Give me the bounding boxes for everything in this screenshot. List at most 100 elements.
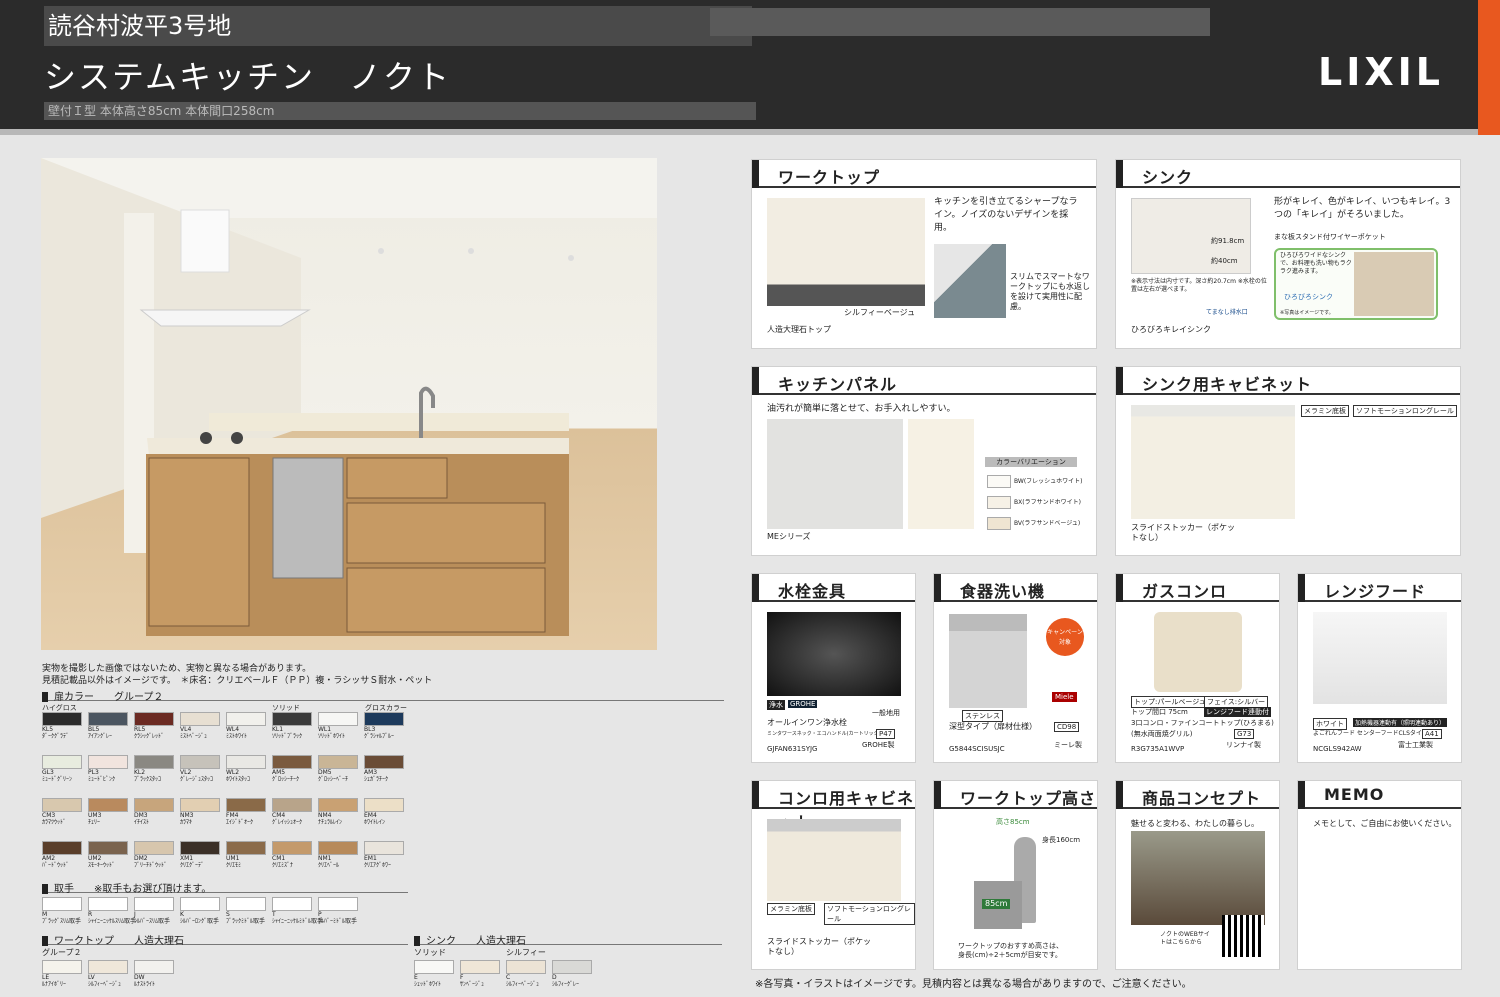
panel-color-chip[interactable]: [987, 517, 1011, 530]
door-swatch-chip[interactable]: [364, 798, 404, 812]
door-swatch-chip[interactable]: [318, 798, 358, 812]
door-swatch-chip[interactable]: [134, 755, 174, 769]
door-swatch-chip[interactable]: [272, 798, 312, 812]
handle-option[interactable]: P ｼﾙﾊﾞｰﾐﾄﾞﾙ取手: [318, 897, 358, 925]
door-swatch[interactable]: WL4 ﾐｽﾄﾎﾜｲﾄ: [226, 712, 266, 740]
door-swatch-chip[interactable]: [180, 841, 220, 855]
handle-option[interactable]: K ｼﾙﾊﾞｰﾛﾝｸﾞ取手: [180, 897, 220, 925]
door-swatch-chip[interactable]: [318, 841, 358, 855]
panel-variation-label: カラーバリエーション: [985, 457, 1077, 467]
door-swatch-chip[interactable]: [42, 712, 82, 726]
door-swatch[interactable]: NM3 ｶﾗﾏｷ: [180, 798, 220, 826]
sink-swatch[interactable]: E ｼｪｯﾄﾞﾎﾜｲﾄ: [414, 960, 454, 988]
door-swatch-chip[interactable]: [272, 755, 312, 769]
door-swatch-chip[interactable]: [134, 798, 174, 812]
door-swatch[interactable]: CM3 ｶﾗﾏﾂｳｯﾄﾞ: [42, 798, 82, 826]
handle-option[interactable]: J ｼﾙﾊﾞｰｽﾘﾑ取手: [134, 897, 174, 925]
door-swatch[interactable]: VL2 ｸﾞﾚｰｼﾞｭｽﾀｯｺ: [180, 755, 220, 783]
handle-option[interactable]: R ｼｬｲﾆｰﾆｯｹﾙｽﾘﾑ取手: [88, 897, 136, 925]
door-swatch-chip[interactable]: [42, 841, 82, 855]
door-swatch-chip[interactable]: [318, 755, 358, 769]
sink-swatch[interactable]: D ｼﾙﾌｨｰｸﾞﾚｰ: [552, 960, 592, 988]
door-swatch[interactable]: CM4 ｸﾞﾚｲｯｼｭｵｰｸ: [272, 798, 312, 826]
door-swatch[interactable]: UM2 ｽﾓｰｷｰｳｯﾄﾞ: [88, 841, 128, 869]
sink-chip[interactable]: [506, 960, 546, 974]
door-swatch[interactable]: KL2 ﾌﾞﾗｯｸｽﾀｯｺ: [134, 755, 174, 783]
worktop-chip[interactable]: [134, 960, 174, 974]
door-swatch[interactable]: XM1 ｸﾘｴｸﾞｰﾃﾞ: [180, 841, 220, 869]
handle-chip[interactable]: [42, 897, 82, 911]
panel-color-chip[interactable]: [987, 496, 1011, 509]
door-swatch[interactable]: UM1 ｸﾘｴﾓﾐ: [226, 841, 266, 869]
door-swatch-chip[interactable]: [42, 755, 82, 769]
door-swatch-chip[interactable]: [364, 712, 404, 726]
door-swatch-chip[interactable]: [180, 712, 220, 726]
door-swatch[interactable]: FM4 ｴｲｼﾞﾄﾞｵｰｸ: [226, 798, 266, 826]
qr-code[interactable]: [1222, 915, 1264, 957]
door-swatch[interactable]: PL3 ﾐｭｰﾄﾞﾋﾟﾝｸ: [88, 755, 128, 783]
door-swatch[interactable]: AM2 ﾊﾟｰﾄﾞｳｯﾄﾞ: [42, 841, 82, 869]
door-swatch[interactable]: CM1 ｸﾘｴﾐｽﾞﾅ: [272, 841, 312, 869]
door-swatch[interactable]: DM5 ｸﾞﾛｯｼｰﾍﾞｰﾁ: [318, 755, 358, 783]
handle-chip[interactable]: [272, 897, 312, 911]
door-swatch[interactable]: DM2 ﾌﾞﾘｰﾁﾄﾞｳｯﾄﾞ: [134, 841, 174, 869]
handle-option[interactable]: M ﾌﾞﾗｯｸﾞｽﾘﾑ取手: [42, 897, 82, 925]
door-swatch-chip[interactable]: [272, 712, 312, 726]
door-swatch[interactable]: BL3 ｸﾞﾗｼｬﾙﾌﾞﾙｰ: [364, 712, 404, 740]
door-swatch[interactable]: BL5 ｱｲｱﾝｸﾞﾚｰ: [88, 712, 128, 740]
door-swatch-chip[interactable]: [88, 755, 128, 769]
door-swatch-chip[interactable]: [134, 712, 174, 726]
sink-note: ※表示寸法は内寸です。深さ約20.7cm ※水栓の位置は左右が選べます。: [1131, 278, 1267, 293]
door-swatch[interactable]: GL3 ﾐｭｰﾄﾞｸﾞﾘｰﾝ: [42, 755, 82, 783]
handle-chip[interactable]: [318, 897, 358, 911]
door-swatch[interactable]: NM4 ﾅﾁｭﾗﾙﾚｲﾝ: [318, 798, 358, 826]
sink-chip[interactable]: [552, 960, 592, 974]
door-swatch[interactable]: AM3 ｼｪｶﾞﾗﾁｰｸ: [364, 755, 404, 783]
sink-chip[interactable]: [414, 960, 454, 974]
door-color-title: 扉カラー: [54, 692, 94, 703]
worktop-chip[interactable]: [88, 960, 128, 974]
door-swatch-chip[interactable]: [364, 841, 404, 855]
door-swatch-chip[interactable]: [88, 841, 128, 855]
worktop-chip[interactable]: [42, 960, 82, 974]
cooktop-cabinet-image: [767, 819, 901, 901]
worktop-swatch[interactable]: DW ﾙﾅｽﾄﾗｲﾄ: [134, 960, 174, 988]
sink-chip[interactable]: [460, 960, 500, 974]
handle-option[interactable]: T ｼｬｲﾆｰﾆｯｹﾙﾐﾄﾞﾙ取手: [272, 897, 323, 925]
handle-chip[interactable]: [134, 897, 174, 911]
worktop-swatch[interactable]: LV ｼﾙﾌｨｰﾍﾞｰｼﾞｭ: [88, 960, 128, 988]
door-swatch[interactable]: VL4 ﾐｽﾄﾍﾞｰｼﾞｭ: [180, 712, 220, 740]
door-swatch-chip[interactable]: [226, 841, 266, 855]
sink-swatch[interactable]: F ｻﾝﾍﾞｰｼﾞｭ: [460, 960, 500, 988]
door-swatch-chip[interactable]: [272, 841, 312, 855]
door-swatch-chip[interactable]: [318, 712, 358, 726]
handle-chip[interactable]: [226, 897, 266, 911]
door-swatch-chip[interactable]: [226, 712, 266, 726]
panel-color-chip[interactable]: [987, 475, 1011, 488]
worktop-swatch[interactable]: LE ﾙﾅｱｲﾎﾞﾘｰ: [42, 960, 82, 988]
door-swatch-chip[interactable]: [88, 798, 128, 812]
door-swatch-chip[interactable]: [180, 755, 220, 769]
door-swatch[interactable]: DM3 ｲﾁｲｽﾄ: [134, 798, 174, 826]
door-swatch[interactable]: KL5 ﾀﾞｰｸｸﾞﾗﾃﾞ: [42, 712, 82, 740]
door-swatch-chip[interactable]: [226, 755, 266, 769]
door-swatch-chip[interactable]: [42, 798, 82, 812]
door-swatch-chip[interactable]: [88, 712, 128, 726]
door-swatch[interactable]: EM1 ｸﾘｴｱｸﾞﾎﾜｰ: [364, 841, 404, 869]
door-swatch[interactable]: WL1 ｿﾘｯﾄﾞﾎﾜｲﾄ: [318, 712, 358, 740]
handle-chip[interactable]: [180, 897, 220, 911]
door-swatch[interactable]: UM3 ﾁｪﾘｰ: [88, 798, 128, 826]
door-swatch[interactable]: EM4 ﾎﾜｲﾄﾚｲﾝ: [364, 798, 404, 826]
door-swatch-chip[interactable]: [364, 755, 404, 769]
handle-option[interactable]: S ﾌﾞﾗｯｸﾐﾄﾞﾙ取手: [226, 897, 266, 925]
door-swatch[interactable]: KL1 ｿﾘｯﾄﾞﾌﾞﾗｯｸ: [272, 712, 312, 740]
handle-chip[interactable]: [88, 897, 128, 911]
door-swatch[interactable]: WL2 ﾎﾜｲﾄｽﾀｯｺ: [226, 755, 266, 783]
door-swatch-chip[interactable]: [226, 798, 266, 812]
door-swatch-chip[interactable]: [134, 841, 174, 855]
sink-swatch[interactable]: C ｼﾙﾌｨｰﾍﾞｰｼﾞｭ: [506, 960, 546, 988]
door-swatch-chip[interactable]: [180, 798, 220, 812]
door-swatch[interactable]: AM5 ｸﾞﾛｯｼｰﾁｰｸ: [272, 755, 312, 783]
door-swatch[interactable]: NM1 ｸﾘｴﾍﾞｰﾙ: [318, 841, 358, 869]
door-swatch[interactable]: RL5 ｸﾗｼｯｸﾞﾚｯﾄﾞ: [134, 712, 174, 740]
